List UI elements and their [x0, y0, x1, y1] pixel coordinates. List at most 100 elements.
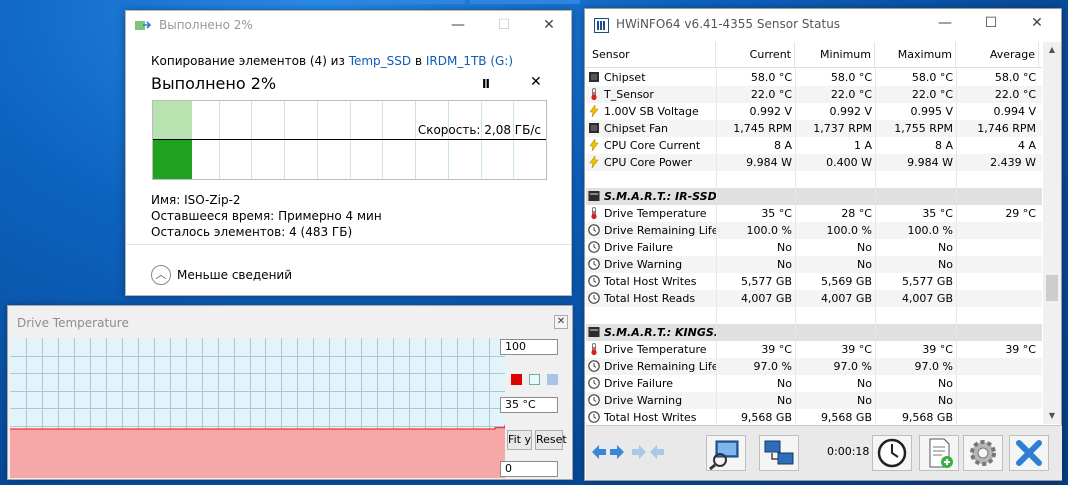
grid-color-swatch[interactable] — [547, 374, 558, 385]
sensor-name-cell: CPU Core Power — [588, 154, 716, 171]
maximize-button[interactable]: ☐ — [481, 11, 527, 41]
sensor-name: S.M.A.R.T.: KINGS... — [604, 326, 716, 339]
sensor-scrollbar[interactable]: ▲ ▼ — [1043, 42, 1061, 424]
background-color-swatch[interactable] — [529, 374, 540, 385]
line-color-swatch[interactable] — [511, 374, 522, 385]
graph-min-value[interactable]: 0 — [500, 461, 558, 477]
copy-titlebar[interactable]: Выполнено 2% — ☐ ✕ — [126, 11, 571, 42]
sensor-minimum-cell — [796, 188, 875, 205]
close-button[interactable]: ✕ — [526, 11, 572, 41]
taskbar-button-2[interactable] — [470, 0, 580, 4]
clock-icon — [588, 292, 600, 304]
sensor-row[interactable]: Drive Remaining Life 97.0 % 97.0 % 97.0 % — [586, 358, 1042, 375]
minimize-button[interactable]: — — [435, 11, 481, 41]
sensor-row[interactable]: Total Host Writes 9,568 GB 9,568 GB 9,568 G… — [586, 409, 1042, 424]
hw-maximize-button[interactable]: ☐ — [968, 9, 1014, 39]
sensor-current-cell: 22.0 °C — [750, 88, 792, 101]
sensor-row[interactable]: Drive Warning No No No — [586, 392, 1042, 409]
sensor-group-header[interactable]: S.M.A.R.T.: IR-SSD... — [586, 188, 1042, 205]
source-folder-link[interactable]: Temp_SSD — [349, 54, 411, 68]
scrollbar-thumb[interactable] — [1046, 275, 1058, 301]
collapse-arrows-icon[interactable] — [631, 443, 665, 461]
column-header-minimum[interactable]: Minimum — [796, 42, 875, 67]
logging-button[interactable] — [919, 435, 959, 471]
stop-button[interactable]: ✕ — [530, 74, 542, 90]
sensor-row[interactable]: Drive Remaining Life 100.0 % 100.0 % 100.0 … — [586, 222, 1042, 239]
monitor-button[interactable] — [706, 435, 746, 471]
sensor-name: Drive Failure — [604, 377, 674, 390]
destination-drive-link[interactable]: IRDM_1TB (G:) — [426, 54, 513, 68]
expand-arrows-icon[interactable] — [591, 443, 625, 461]
sensor-minimum-cell: 0.992 V — [829, 105, 872, 118]
close-icon: ✕ — [556, 316, 566, 327]
sensor-maximum-cell: 0.995 V — [910, 105, 953, 118]
column-header-average[interactable]: Average — [957, 42, 1039, 67]
graph-close-button[interactable]: ✕ — [554, 315, 568, 329]
sensor-row[interactable]: 1.00V SB Voltage 0.992 V 0.992 V 0.995 V 0.9… — [586, 103, 1042, 120]
speed-progress-fill — [153, 101, 192, 139]
sensor-group-header[interactable]: S.M.A.R.T.: KINGS... — [586, 324, 1042, 341]
taskbar-button-1[interactable] — [343, 0, 465, 4]
sensor-name: Drive Remaining Life — [604, 224, 716, 237]
sensor-minimum-cell: 9,568 GB — [820, 411, 872, 424]
sensor-average-cell — [957, 239, 1039, 256]
hw-minimize-button[interactable]: — — [922, 9, 968, 39]
clock-button[interactable] — [872, 435, 912, 471]
sensor-row[interactable]: Chipset 58.0 °C 58.0 °C 58.0 °C 58.0 °C — [586, 69, 1042, 86]
scroll-up-icon[interactable]: ▲ — [1047, 45, 1057, 54]
items-left-label: Осталось элементов: — [151, 225, 286, 239]
sensor-name: Total Host Reads — [604, 292, 696, 305]
pause-button[interactable]: II — [482, 77, 490, 91]
exit-button[interactable] — [1009, 435, 1049, 471]
fit-y-button[interactable]: Fit y — [507, 430, 532, 450]
column-header-maximum[interactable]: Maximum — [876, 42, 956, 67]
scroll-down-icon[interactable]: ▼ — [1047, 411, 1057, 420]
sensor-maximum-cell: 35 °C — [922, 207, 953, 220]
sensor-row[interactable]: Drive Temperature 35 °C 28 °C 35 °C 29 °C — [586, 205, 1042, 222]
maximize-icon: ☐ — [497, 17, 511, 33]
close-icon: ✕ — [1031, 15, 1043, 31]
sensor-table-header: Sensor Current Minimum Maximum Average — [586, 42, 1042, 68]
sensor-row[interactable]: Drive Temperature 39 °C 39 °C 39 °C 39 °C — [586, 341, 1042, 358]
sensor-row[interactable]: Total Host Writes 5,577 GB 5,569 GB 5,577 G… — [586, 273, 1042, 290]
gear-icon — [970, 440, 996, 466]
sensor-current-cell: 58.0 °C — [750, 71, 792, 84]
sensor-row[interactable]: Drive Warning No No No — [586, 256, 1042, 273]
sensor-row[interactable]: Drive Failure No No No — [586, 239, 1042, 256]
sensor-spacer-row — [586, 307, 1042, 324]
sensor-minimum-cell: 4,007 GB — [820, 292, 872, 305]
file-name-label: Имя: — [151, 193, 181, 207]
graph-max-value[interactable]: 100 — [500, 339, 558, 355]
sensor-row[interactable]: CPU Core Current 8 A 1 A 8 A 4 A — [586, 137, 1042, 154]
thermometer-icon — [591, 343, 597, 355]
column-header-current[interactable]: Current — [717, 42, 795, 67]
hwinfo-titlebar[interactable]: HWiNFO64 v6.41-4355 Sensor Status — ☐ ✕ — [585, 9, 1061, 41]
sensor-minimum-cell: 39 °C — [841, 343, 872, 356]
hw-close-button[interactable]: ✕ — [1014, 9, 1060, 39]
settings-button[interactable] — [963, 435, 1003, 471]
sensor-maximum-cell — [876, 324, 956, 341]
sensor-maximum-cell: 9,568 GB — [901, 411, 953, 424]
sensor-row[interactable]: CPU Core Power 9.984 W 0.400 W 9.984 W 2.439… — [586, 154, 1042, 171]
sensor-average-cell — [957, 171, 1039, 188]
sensor-row[interactable]: Total Host Reads 4,007 GB 4,007 GB 4,007 GB — [586, 290, 1042, 307]
sensor-average-cell: 29 °C — [1005, 207, 1036, 220]
stop-icon: ✕ — [530, 74, 542, 90]
sensor-name-cell: T_Sensor — [588, 86, 716, 103]
sensor-maximum-cell: 58.0 °C — [911, 71, 953, 84]
sensor-maximum-cell: 8 A — [934, 139, 953, 152]
thermometer-icon — [591, 207, 597, 219]
sensor-row[interactable]: Chipset Fan 1,745 RPM 1,737 RPM 1,755 RPM 1,… — [586, 120, 1042, 137]
sensor-name-cell: 1.00V SB Voltage — [588, 103, 716, 120]
sensor-current-cell: 39 °C — [761, 343, 792, 356]
reset-button[interactable]: Reset — [535, 430, 567, 450]
sensor-row[interactable]: T_Sensor 22.0 °C 22.0 °C 22.0 °C 22.0 °C — [586, 86, 1042, 103]
network-button[interactable] — [759, 435, 799, 471]
sensor-row[interactable]: Drive Failure No No No — [586, 375, 1042, 392]
sensor-minimum-cell — [796, 171, 875, 188]
column-divider — [795, 68, 796, 424]
column-header-sensor[interactable]: Sensor — [588, 42, 716, 67]
sensor-name: CPU Core Current — [604, 139, 701, 152]
sensor-spacer-row — [586, 171, 1042, 188]
sensor-name-cell — [588, 171, 716, 188]
